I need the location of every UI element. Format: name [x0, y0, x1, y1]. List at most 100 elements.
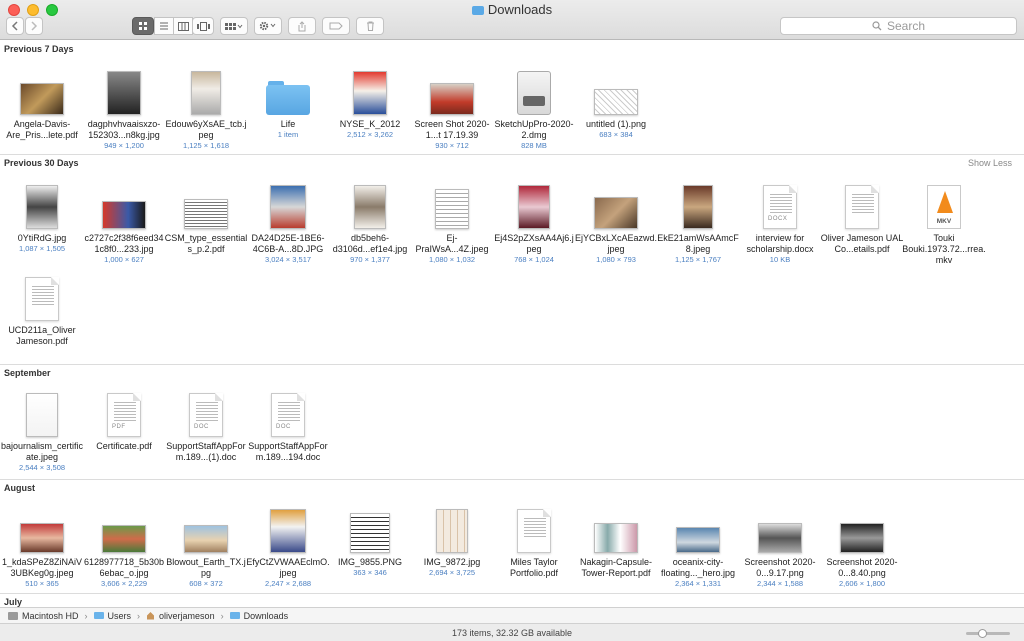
back-button[interactable] — [6, 17, 24, 35]
file-meta: 10 KB — [769, 255, 791, 264]
file-name: Touki Bouki.1973.72...rrea.mkv — [902, 233, 986, 265]
file-item[interactable]: CSM_type_essentials_p.2.pdf — [164, 179, 248, 255]
file-item[interactable]: MKV Touki Bouki.1973.72...rrea.mkv — [902, 179, 986, 266]
file-item[interactable]: PDF Certificate.pdf — [82, 387, 166, 452]
file-item[interactable]: DOC SupportStaffAppForm.189...194.doc — [246, 387, 330, 463]
file-item[interactable]: IMG_9855.PNG 363 × 346 — [328, 503, 412, 578]
back-icon — [11, 21, 18, 31]
file-item[interactable]: 1_kdaSPeZ8ZiNAiV3UBKeg0g.jpeg 510 × 365 — [0, 503, 84, 589]
path-crumb-label: Users — [107, 610, 132, 621]
chevron-right-icon: › — [137, 610, 141, 621]
file-meta: 930 × 712 — [435, 141, 469, 150]
tags-button[interactable] — [322, 17, 350, 35]
file-item[interactable]: c2727c2f38f6eed341c8f0...233.jpg 1,000 ×… — [82, 179, 166, 265]
file-name: untitled (1).png — [585, 119, 647, 129]
image-thumbnail — [840, 523, 884, 553]
file-item[interactable]: Nakagin-Capsule-Tower-Report.pdf — [574, 503, 658, 579]
icon-view-button[interactable] — [132, 17, 154, 35]
gallery-view-button[interactable] — [192, 17, 214, 35]
file-item[interactable]: DOC SupportStaffAppForm.189...(1).doc — [164, 387, 248, 463]
search-field[interactable]: Search — [780, 17, 1017, 35]
file-meta: 828 MB — [521, 141, 547, 150]
file-name: interview for scholarship.docx — [746, 233, 814, 254]
image-thumbnail — [270, 185, 306, 229]
file-item[interactable]: untitled (1).png 683 × 384 — [574, 65, 658, 140]
icon-size-slider[interactable] — [966, 629, 1010, 638]
file-item[interactable]: Screenshot 2020-0...8.40.png 2,606 × 1,8… — [820, 503, 904, 589]
delete-button[interactable] — [356, 17, 384, 35]
image-thumbnail — [353, 71, 387, 115]
file-item[interactable]: Oliver Jameson UAL Co...etails.pdf — [820, 179, 904, 255]
file-item[interactable]: IMG_9872.jpg 2,694 × 3,725 — [410, 503, 494, 578]
file-browser: Previous 7 Days Angela-Davis-Are_Pris...… — [0, 41, 1024, 607]
path-crumb-users[interactable]: Users — [93, 610, 132, 621]
file-item[interactable]: DA24D25E-1BE6-4C6B-A...8D.JPG 3,024 × 3,… — [246, 179, 330, 265]
column-view-icon — [177, 21, 189, 31]
file-item[interactable]: Life 1 item — [246, 65, 330, 140]
path-crumb-disk[interactable]: Macintosh HD — [8, 611, 79, 621]
file-item[interactable]: SketchUpPro-2020-2.dmg 828 MB — [492, 65, 576, 151]
file-item[interactable]: Screen Shot 2020-1...t 17.19.39 930 × 71… — [410, 65, 494, 151]
home-icon — [147, 612, 155, 620]
file-meta: 1,125 × 1,618 — [182, 141, 230, 150]
file-item[interactable]: Angela-Davis-Are_Pris...lete.pdf — [0, 65, 84, 141]
section-header-july: July — [0, 594, 1024, 607]
chevron-right-icon: › — [220, 610, 224, 621]
chevron-right-icon: › — [84, 610, 88, 621]
forward-button[interactable] — [25, 17, 43, 35]
icon-view-icon — [139, 22, 147, 30]
share-button[interactable] — [288, 17, 316, 35]
file-item[interactable]: Ej4S2pZXsAA4Aj6.jpeg 768 × 1,024 — [492, 179, 576, 265]
file-meta: 768 × 1,024 — [514, 255, 554, 264]
file-item[interactable]: Screenshot 2020-0...9.17.png 2,344 × 1,5… — [738, 503, 822, 589]
file-item[interactable]: UCD211a_Oliver Jameson.pdf — [0, 271, 84, 347]
file-item[interactable]: Ej-PraIWsA...4Z.jpeg 1,080 × 1,032 — [410, 179, 494, 265]
path-bar: Macintosh HD › Users › oliverjameson › D… — [0, 607, 1024, 623]
path-crumb-downloads[interactable]: Downloads — [229, 611, 288, 621]
path-crumb-user[interactable]: oliverjameson — [146, 611, 215, 621]
docx-icon: DOCX — [763, 185, 797, 229]
doc-icon: DOC — [189, 393, 223, 437]
pdf-icon — [25, 277, 59, 321]
section-header-august: August — [0, 480, 1024, 496]
file-name: IMG_9855.PNG — [337, 557, 403, 567]
section-label: Previous 30 Days — [4, 158, 79, 168]
image-thumbnail — [184, 525, 228, 553]
file-item[interactable]: EjYCBxLXcAEazwd.jpeg 1,080 × 793 — [574, 179, 658, 265]
file-item[interactable]: Edouw6yXsAE_tcb.jpeg 1,125 × 1,618 — [164, 65, 248, 151]
file-meta: 970 × 1,377 — [350, 255, 390, 264]
file-name: dagphvhvaaisxzo-152303...n8kg.jpg — [87, 119, 161, 140]
file-item[interactable]: EkE21amWsAAmcF8.jpeg 1,125 × 1,767 — [656, 179, 740, 265]
action-button[interactable] — [254, 17, 282, 35]
file-name: Certificate.pdf — [96, 441, 152, 451]
file-item[interactable]: dagphvhvaaisxzo-152303...n8kg.jpg 949 × … — [82, 65, 166, 151]
file-name: Nakagin-Capsule-Tower-Report.pdf — [579, 557, 653, 578]
file-item[interactable]: DOCX interview for scholarship.docx 10 K… — [738, 179, 822, 265]
column-view-button[interactable] — [173, 17, 193, 35]
path-crumb-label: Macintosh HD — [22, 610, 79, 621]
file-meta: 1 item — [277, 130, 299, 139]
file-meta: 1,000 × 627 — [104, 255, 144, 264]
image-thumbnail — [102, 525, 146, 553]
section-header-september: September — [0, 365, 1024, 381]
file-item[interactable]: db5beh6-d3106d...ef1e4.jpg 970 × 1,377 — [328, 179, 412, 265]
file-item[interactable]: Blowout_Earth_TX.jpg 608 × 372 — [164, 503, 248, 589]
file-item[interactable]: oceanix-city-floating..._hero.jpg 2,364 … — [656, 503, 740, 589]
image-thumbnail — [20, 523, 64, 553]
file-meta: 2,544 × 3,508 — [18, 463, 66, 472]
file-item[interactable]: bajournalism_certificate.jpeg 2,544 × 3,… — [0, 387, 84, 473]
file-name: Miles Taylor Portfolio.pdf — [509, 557, 559, 578]
show-less-link[interactable]: Show Less — [968, 155, 1012, 171]
file-item[interactable]: NYSE_K_2012 2,512 × 3,262 — [328, 65, 412, 140]
list-view-button[interactable] — [154, 17, 174, 35]
group-icon — [225, 22, 243, 30]
file-meta: 1,125 × 1,767 — [674, 255, 722, 264]
window-title-text: Downloads — [487, 2, 553, 17]
slider-knob[interactable] — [978, 629, 987, 638]
file-item[interactable]: 6128977718_5b30b6ebac_o.jpg 3,606 × 2,22… — [82, 503, 166, 589]
folder-icon — [93, 612, 104, 619]
file-item[interactable]: 0YtiRdG.jpg 1,087 × 1,505 — [0, 179, 84, 254]
group-by-button[interactable] — [220, 17, 248, 35]
file-item[interactable]: Miles Taylor Portfolio.pdf — [492, 503, 576, 579]
file-item[interactable]: EfyCtZVWAAEclmO.jpeg 2,247 × 2,688 — [246, 503, 330, 589]
